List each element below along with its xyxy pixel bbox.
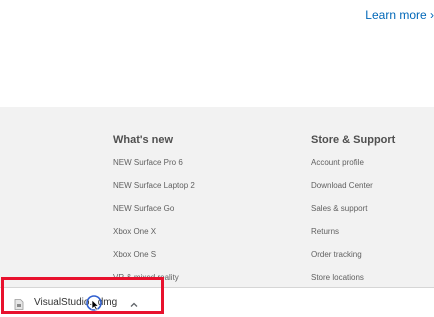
whats-new-column: What's new NEW Surface Pro 6 NEW Surface… <box>113 133 195 295</box>
footer-link-xbox-one-s[interactable]: Xbox One S <box>113 249 195 272</box>
browser-page: Learn more › What's new NEW Surface Pro … <box>0 0 434 317</box>
learn-more-link[interactable]: Learn more › <box>365 8 434 22</box>
chevron-up-icon[interactable] <box>129 297 139 307</box>
store-support-column: Store & Support Account profile Download… <box>311 133 395 295</box>
whats-new-heading: What's new <box>113 134 174 146</box>
footer-link-surface-laptop-2[interactable]: NEW Surface Laptop 2 <box>113 180 195 203</box>
footer-link-xbox-one-x[interactable]: Xbox One X <box>113 226 195 249</box>
download-shelf: VisualStudio...dmg <box>0 287 434 317</box>
site-footer: What's new NEW Surface Pro 6 NEW Surface… <box>0 107 434 287</box>
download-item[interactable]: VisualStudio...dmg <box>10 290 160 314</box>
footer-link-sales-support[interactable]: Sales & support <box>311 203 395 226</box>
footer-link-account-profile[interactable]: Account profile <box>311 157 395 180</box>
download-file-name[interactable]: VisualStudio...dmg <box>34 297 117 308</box>
footer-link-surface-go[interactable]: NEW Surface Go <box>113 203 195 226</box>
store-support-heading: Store & Support <box>311 134 396 146</box>
footer-link-surface-pro-6[interactable]: NEW Surface Pro 6 <box>113 157 195 180</box>
file-icon <box>14 297 24 310</box>
footer-link-returns[interactable]: Returns <box>311 226 395 249</box>
footer-link-order-tracking[interactable]: Order tracking <box>311 249 395 272</box>
footer-link-download-center[interactable]: Download Center <box>311 180 395 203</box>
content-area: Learn more › <box>0 0 434 107</box>
